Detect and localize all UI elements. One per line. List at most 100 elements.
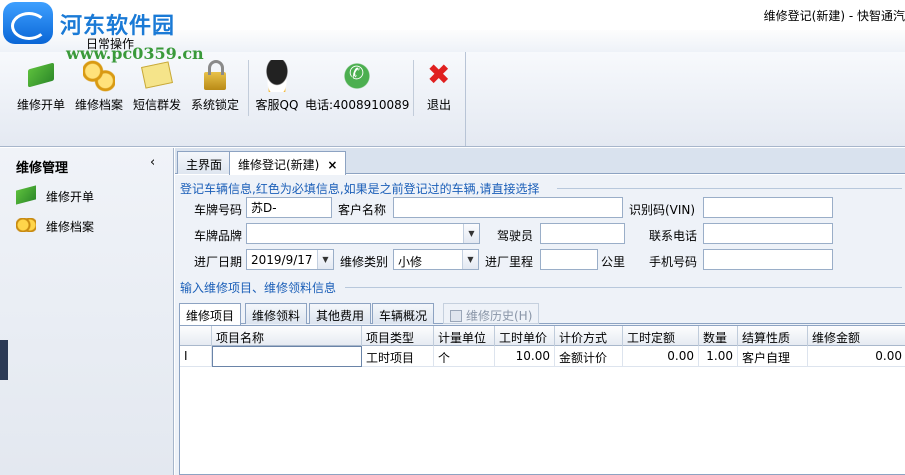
column-header[interactable]: 工时定额 bbox=[623, 326, 699, 346]
table-row[interactable]: I 工时项目 个 10.00 金额计价 0.00 1.00 客户自理 0.00 bbox=[180, 346, 905, 367]
price-cell[interactable]: 10.00 bbox=[495, 346, 555, 367]
ribbon-separator bbox=[413, 60, 414, 116]
items-group-caption: 输入维修项目、维修领料信息 bbox=[180, 281, 337, 295]
qty-cell[interactable]: 1.00 bbox=[699, 346, 738, 367]
chevron-down-icon[interactable]: ▼ bbox=[462, 250, 478, 269]
repair-order-icon bbox=[16, 185, 36, 205]
system-lock-label: 系统锁定 bbox=[190, 98, 239, 112]
coins-icon bbox=[16, 218, 36, 232]
row-indicator: I bbox=[180, 346, 212, 367]
tab-repair-register[interactable]: 维修登记(新建) × bbox=[229, 151, 347, 175]
chevron-left-icon[interactable]: ‹ bbox=[150, 155, 155, 170]
ribbon-separator bbox=[248, 60, 249, 116]
sidebar-item-label: 维修开单 bbox=[46, 190, 95, 204]
item-type-cell[interactable]: 工时项目 bbox=[362, 346, 434, 367]
watermark-brand: 河东软件园 bbox=[60, 13, 176, 39]
sidebar-item-repair-archive[interactable]: 维修档案 bbox=[16, 216, 166, 236]
date-value: 2019/9/17 bbox=[251, 253, 313, 267]
date-picker[interactable]: 2019/9/17 ▼ bbox=[246, 249, 334, 270]
quota-cell[interactable]: 0.00 bbox=[623, 346, 699, 367]
tab-main[interactable]: 主界面 bbox=[177, 151, 232, 174]
qq-icon bbox=[261, 60, 293, 92]
phone-field[interactable] bbox=[703, 223, 833, 244]
exit-button[interactable]: 退出 bbox=[418, 56, 460, 116]
group-divider bbox=[557, 188, 902, 189]
column-header[interactable]: 项目类型 bbox=[362, 326, 434, 346]
group-divider bbox=[345, 287, 902, 288]
row-indicator-header bbox=[180, 326, 212, 346]
column-header[interactable]: 结算性质 bbox=[738, 326, 808, 346]
sidebar-item-repair-order[interactable]: 维修开单 bbox=[16, 185, 166, 206]
system-lock-button[interactable]: 系统锁定 bbox=[188, 56, 242, 116]
settle-cell[interactable]: 客户自理 bbox=[738, 346, 808, 367]
type-select[interactable]: 小修 ▼ bbox=[393, 249, 479, 270]
repair-order-icon bbox=[28, 62, 54, 88]
method-cell[interactable]: 金额计价 bbox=[555, 346, 623, 367]
vehicle-group-caption: 登记车辆信息,红色为必填信息,如果是之前登记过的车辆,请直接选择 bbox=[180, 182, 540, 196]
column-header[interactable]: 维修金额 bbox=[808, 326, 905, 346]
chevron-down-icon[interactable]: ▼ bbox=[317, 250, 333, 269]
tab-repair-items[interactable]: 维修项目 bbox=[179, 303, 242, 325]
lock-icon bbox=[204, 60, 226, 90]
items-grid: 项目名称 项目类型 计量单位 工时单价 计价方式 工时定额 数量 结算性质 维修… bbox=[179, 325, 905, 475]
phone-icon bbox=[341, 60, 373, 92]
brand-select[interactable]: ▼ bbox=[246, 223, 480, 244]
repair-archive-button[interactable]: 维修档案 bbox=[72, 56, 126, 116]
left-edge-strip bbox=[0, 340, 8, 380]
vin-field[interactable] bbox=[703, 197, 833, 218]
mileage-label: 进厂里程 bbox=[485, 255, 534, 269]
column-header[interactable]: 数量 bbox=[699, 326, 738, 346]
coins-icon bbox=[83, 60, 115, 92]
item-name-cell[interactable] bbox=[212, 346, 362, 367]
tab-other-fees[interactable]: 其他费用 bbox=[309, 303, 372, 324]
items-tabs: 维修项目 维修领料 其他费用 车辆概况 维修历史(H) bbox=[179, 302, 905, 325]
window-title: 维修登记(新建) - 快智通汽 bbox=[763, 9, 905, 23]
date-label: 进厂日期 bbox=[194, 255, 243, 269]
type-value: 小修 bbox=[398, 255, 423, 269]
plate-field[interactable] bbox=[246, 197, 332, 218]
chevron-down-icon[interactable]: ▼ bbox=[463, 224, 479, 243]
unit-cell[interactable]: 个 bbox=[434, 346, 495, 367]
amount-cell[interactable]: 0.00 bbox=[808, 346, 905, 367]
column-header[interactable]: 计价方式 bbox=[555, 326, 623, 346]
column-header[interactable]: 计量单位 bbox=[434, 326, 495, 346]
sms-broadcast-button[interactable]: 短信群发 bbox=[130, 56, 184, 116]
customer-label: 客户名称 bbox=[338, 203, 387, 217]
ribbon: 维修开单 维修档案 短信群发 系统锁定 客服QQ 电话:4008910089 退… bbox=[0, 52, 905, 147]
mail-icon bbox=[141, 61, 173, 89]
mobile-field[interactable] bbox=[703, 249, 833, 270]
tab-vehicle-overview[interactable]: 车辆概况 bbox=[372, 303, 435, 324]
customer-field[interactable] bbox=[393, 197, 623, 218]
tab-repair-materials[interactable]: 维修领料 bbox=[245, 303, 308, 324]
close-icon[interactable]: × bbox=[327, 158, 337, 172]
driver-field[interactable] bbox=[540, 223, 625, 244]
repair-order-label: 维修开单 bbox=[16, 98, 65, 112]
driver-label: 驾驶员 bbox=[497, 229, 534, 243]
sidebar-title: 维修管理 bbox=[16, 161, 69, 176]
mileage-field[interactable] bbox=[540, 249, 598, 270]
repair-archive-label: 维修档案 bbox=[74, 98, 123, 112]
main-content: 登记车辆信息,红色为必填信息,如果是之前登记过的车辆,请直接选择 车牌号码 客户… bbox=[175, 175, 905, 475]
exit-label: 退出 bbox=[426, 98, 451, 112]
sidebar-item-label: 维修档案 bbox=[46, 220, 95, 234]
phone-button[interactable]: 电话:4008910089 bbox=[305, 56, 409, 116]
phone-label: 电话:4008910089 bbox=[305, 98, 410, 112]
column-header[interactable]: 工时单价 bbox=[495, 326, 555, 346]
tab-repair-register-label: 维修登记(新建) bbox=[238, 158, 320, 172]
mobile-label: 手机号码 bbox=[649, 255, 698, 269]
support-qq-label: 客服QQ bbox=[255, 98, 299, 112]
grid-header: 项目名称 项目类型 计量单位 工时单价 计价方式 工时定额 数量 结算性质 维修… bbox=[180, 326, 905, 346]
tab-repair-history-label: 维修历史(H) bbox=[466, 309, 533, 323]
document-tabs: 主界面 维修登记(新建) × bbox=[175, 148, 905, 175]
support-qq-button[interactable]: 客服QQ bbox=[252, 56, 302, 116]
repair-order-button[interactable]: 维修开单 bbox=[14, 56, 68, 116]
sidebar: 维修管理 ‹ 维修开单 维修档案 bbox=[0, 148, 174, 475]
column-header[interactable]: 项目名称 bbox=[212, 326, 362, 346]
tab-repair-history: 维修历史(H) bbox=[443, 303, 540, 324]
sms-broadcast-label: 短信群发 bbox=[132, 98, 181, 112]
type-label: 维修类别 bbox=[340, 255, 389, 269]
app-logo-icon bbox=[3, 2, 53, 44]
title-bar: 河东软件园 维修登记(新建) - 快智通汽 bbox=[0, 0, 905, 44]
exit-icon bbox=[423, 58, 455, 92]
phone-label: 联系电话 bbox=[649, 229, 698, 243]
